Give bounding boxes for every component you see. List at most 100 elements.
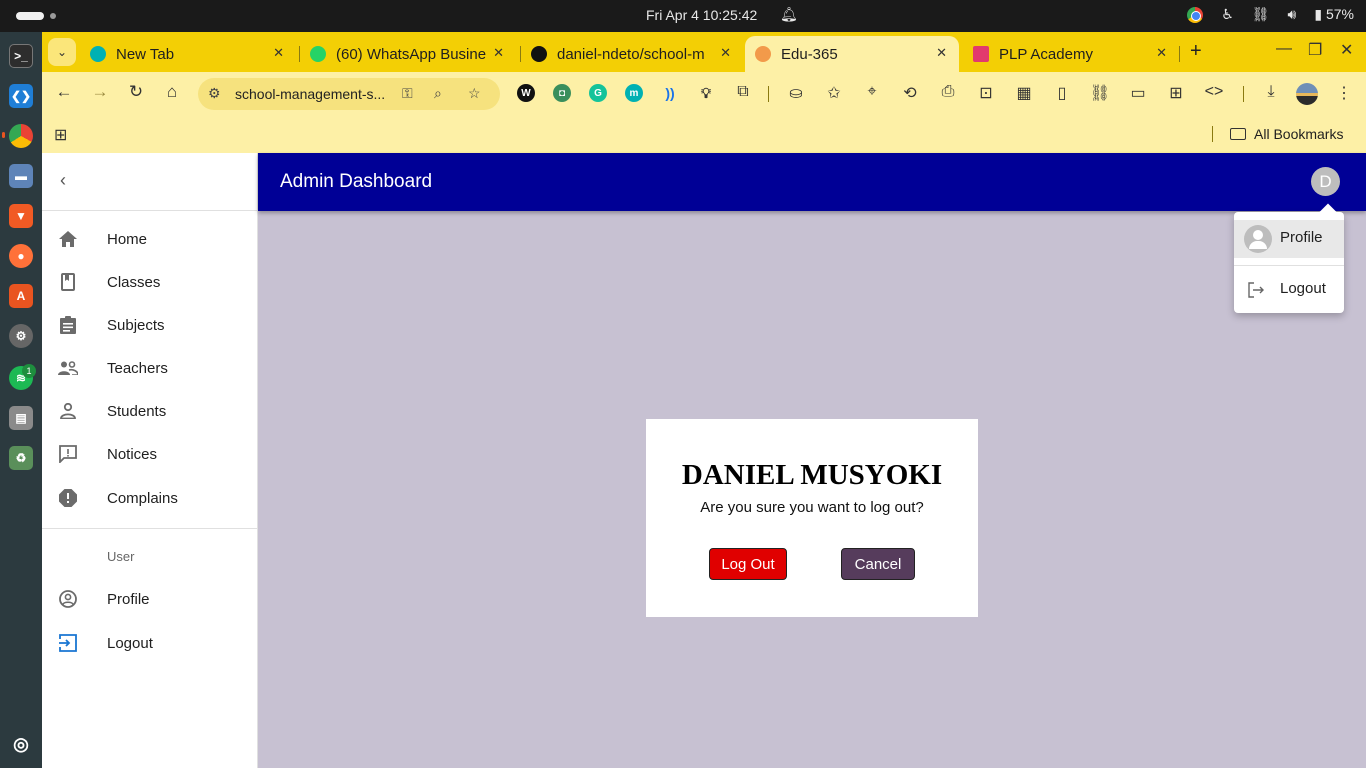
tab-title: Edu-365 [781,45,838,63]
reading-mode-icon[interactable]: ▯ [1051,83,1073,103]
tab-separator [520,46,521,62]
notification-bell-icon[interactable]: 🔔︎ [780,6,798,23]
restore-icon[interactable]: ❐ [1308,40,1322,60]
trash-icon[interactable]: ♻ [9,446,33,470]
tab-plp-academy[interactable]: PLP Academy ✕ [965,36,1179,72]
bookmark-star-icon[interactable]: ☆ [468,85,481,102]
tab-edu-365[interactable]: Edu-365 ✕ [745,36,959,72]
tab-search-button[interactable]: ⌄ [48,38,76,66]
copy-link-icon[interactable]: ⛓ [1089,83,1111,103]
chrome-icon[interactable] [9,124,33,148]
chrome-indicator-icon[interactable] [1187,6,1204,23]
tab-favicon-icon [310,46,326,62]
print-icon[interactable]: ⎙ [937,83,959,101]
grammarly-extension-icon[interactable]: G [589,84,607,102]
forward-arrow-icon[interactable]: → [88,82,112,102]
announcement-icon [58,444,78,464]
sidebar-item-label: Subjects [107,317,165,334]
sidebar-item-logout[interactable]: Logout [42,624,257,664]
sidebar-item-profile[interactable]: Profile [42,580,257,620]
download-icon[interactable]: ⤓ [1260,83,1282,101]
accessibility-icon[interactable]: ♿︎ [1221,6,1234,23]
dev-tools-code-icon[interactable]: <> [1203,83,1225,101]
files-icon[interactable]: ▬ [9,164,33,188]
brave-icon[interactable]: ▼ [9,204,33,228]
show-apps-icon[interactable]: ◎ [9,732,33,756]
system-tray[interactable]: ♿︎ ⛓ 🔊︎ ▮ 57% [1187,6,1354,23]
qr-code-icon[interactable]: ▦ [1013,83,1035,103]
battery-indicator[interactable]: ▮ 57% [1314,6,1354,23]
tab-whatsapp[interactable]: (60) WhatsApp Busine ✕ [302,36,516,72]
sidebar-item-complains[interactable]: Complains [42,479,257,519]
user-name: DANIEL MUSYOKI [681,459,943,491]
chevron-left-icon[interactable]: ‹ [60,170,66,191]
apps-grid-icon[interactable]: ⊞ [54,125,67,145]
firefox-icon[interactable]: ● [9,244,33,268]
chrome-profile-avatar[interactable] [1296,83,1318,105]
extensions-puzzle-icon[interactable]: ⧉ [732,83,754,101]
wordpress-extension-icon[interactable]: W [517,84,535,102]
zoom-icon[interactable]: ⌕ [434,85,442,102]
app-center-icon[interactable]: A [9,284,33,308]
password-key-icon[interactable]: ⚿ [402,85,413,102]
sidebar-item-classes[interactable]: Classes [42,263,257,303]
tab-favicon-icon [755,46,771,62]
vscode-icon[interactable]: ❮❯ [9,84,33,108]
reload-icon[interactable]: ↻ [124,82,148,102]
sidebar-item-teachers[interactable]: Teachers [42,349,257,389]
close-window-icon[interactable]: ✕ [1340,40,1353,60]
close-tab-icon[interactable]: ✕ [493,45,504,61]
sidebar-item-subjects[interactable]: Subjects [42,306,257,346]
close-tab-icon[interactable]: ✕ [1156,45,1167,61]
address-bar[interactable]: ⚙ school-management-s... ⚿ ⌕ ☆ [198,78,500,110]
audio-extension-icon[interactable]: )) [661,84,679,102]
terminal-icon[interactable]: >_ [9,44,33,68]
browser-window: ⌄ New Tab ✕ (60) WhatsApp Busine ✕ danie… [42,32,1366,153]
home-icon[interactable]: ⌂ [160,82,184,102]
workspace-dot[interactable] [50,13,56,19]
sidebar-item-notices[interactable]: Notices [42,435,257,475]
star-list-icon[interactable]: ✩ [823,83,845,103]
minimize-icon[interactable]: — [1276,40,1292,58]
log-out-button[interactable]: Log Out [709,548,787,580]
sidebar-item-label: Classes [107,274,161,291]
tab-favicon-icon [531,46,547,62]
devices-icon[interactable]: ▭ [1127,83,1149,103]
new-tab-plus-icon[interactable]: + [1190,40,1202,63]
menu-item-profile[interactable]: Profile [1234,220,1344,258]
url-text[interactable]: school-management-s... [235,86,391,102]
site-info-icon[interactable]: ⚙ [208,85,221,102]
tab-new-tab[interactable]: New Tab ✕ [82,36,296,72]
history-icon[interactable]: ⟲ [899,83,921,103]
incognito-icon[interactable]: ⛀ [785,83,807,103]
toolbar-separator [1243,86,1244,102]
bulb-extension-icon[interactable]: 💡︎ [697,84,715,102]
screenshot-icon[interactable]: ⊡ [975,83,997,103]
table-icon[interactable]: ⊞ [1165,83,1187,103]
logout-icon [1248,282,1264,302]
tab-strip: ⌄ New Tab ✕ (60) WhatsApp Busine ✕ danie… [42,32,1366,72]
network-icon[interactable]: ⛓ [1252,6,1270,23]
tab-github[interactable]: daniel-ndeto/school-m ✕ [523,36,743,72]
cancel-button[interactable]: Cancel [841,548,915,580]
m-extension-icon[interactable]: m [625,84,643,102]
back-arrow-icon[interactable]: ← [52,82,76,102]
sidebar-item-home[interactable]: Home [42,220,257,260]
account-avatar-button[interactable]: D [1311,167,1340,196]
workspace-indicator[interactable] [16,12,44,20]
sidebar-item-label: Profile [107,591,150,608]
settings-icon[interactable]: ⚙ [9,324,33,348]
location-pin-icon[interactable]: ⌖ [861,83,883,101]
close-tab-icon[interactable]: ✕ [936,45,947,61]
robot-extension-icon[interactable]: ◘ [553,84,571,102]
browser-toolbar: ← → ↻ ⌂ ⚙ school-management-s... ⚿ ⌕ ☆ W… [42,72,1366,116]
kebab-menu-icon[interactable]: ⋮ [1333,83,1355,103]
all-bookmarks-button[interactable]: All Bookmarks [1230,126,1343,142]
close-tab-icon[interactable]: ✕ [720,45,731,61]
volume-icon[interactable]: 🔊︎ [1288,6,1297,23]
battery-percent: 57% [1325,6,1354,22]
sidebar-item-students[interactable]: Students [42,392,257,432]
disks-icon[interactable]: ▤ [9,406,33,430]
os-clock[interactable]: Fri Apr 4 10:25:42 [646,7,757,23]
close-tab-icon[interactable]: ✕ [273,45,284,61]
